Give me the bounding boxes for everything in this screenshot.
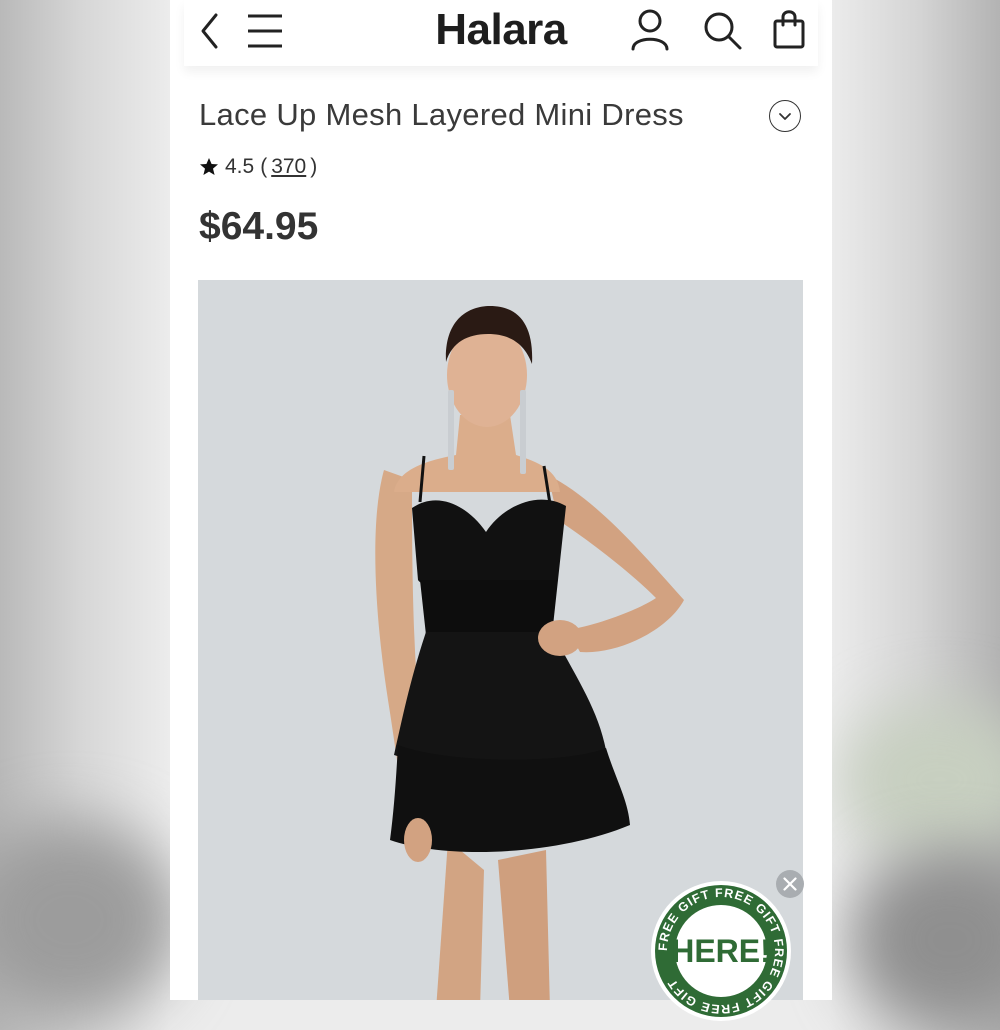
chevron-down-icon bbox=[779, 113, 791, 120]
product-price: $64.95 bbox=[199, 205, 319, 248]
rating-value: 4.5 bbox=[225, 155, 255, 178]
star-icon bbox=[200, 158, 218, 175]
review-count-link[interactable]: 370 bbox=[271, 155, 306, 179]
search-icon[interactable] bbox=[702, 10, 744, 52]
rating-paren-close: ) bbox=[310, 155, 318, 178]
product-title: Lace Up Mesh Layered Mini Dress bbox=[199, 97, 684, 132]
product-rating: 4.5 ( 370 ) bbox=[199, 155, 317, 179]
background-blur bbox=[850, 850, 1000, 1030]
background-blur bbox=[0, 820, 180, 1020]
user-icon[interactable] bbox=[630, 8, 670, 52]
expand-details-button[interactable] bbox=[769, 100, 801, 132]
free-gift-badge[interactable]: FREE GIFT FREE GIFT FREE GIFT FREE GIFT … bbox=[650, 880, 792, 1022]
rating-paren-open: ( bbox=[260, 155, 268, 178]
background-blur bbox=[840, 700, 1000, 860]
product-page: Halara Lace Up Mesh Layered Mini Dress 4… bbox=[170, 0, 832, 1000]
free-gift-main-text: HERE! bbox=[671, 933, 771, 969]
shopping-bag-icon[interactable] bbox=[772, 8, 806, 50]
